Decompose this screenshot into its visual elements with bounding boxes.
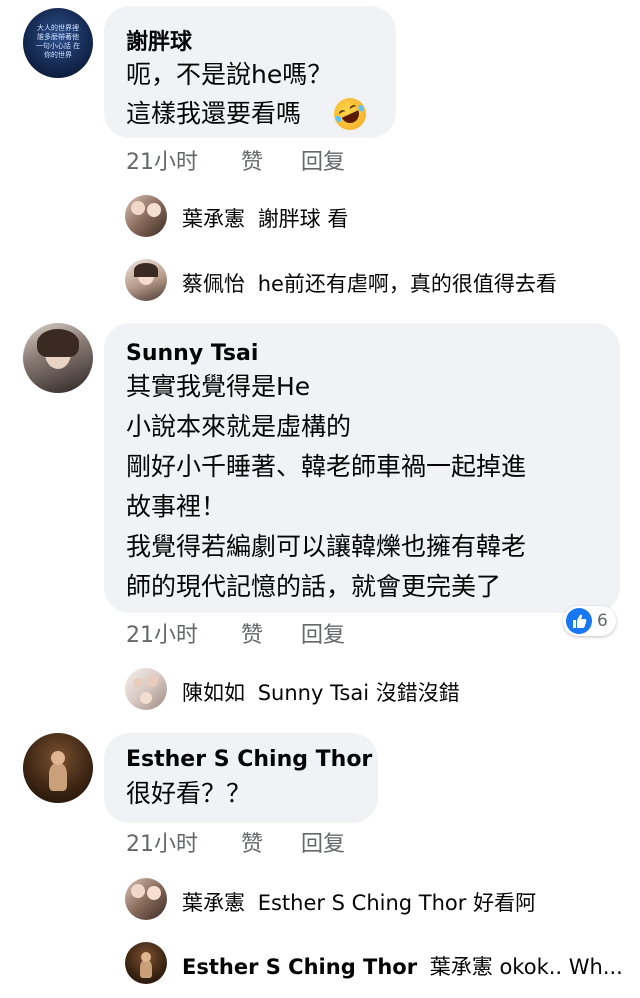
like-button[interactable]: 赞 <box>241 617 263 649</box>
comment-text-line: 其實我覺得是He <box>126 372 311 401</box>
reply-author[interactable]: 葉承憲 <box>182 891 245 915</box>
comment-author[interactable]: Esther S Ching Thor <box>126 747 372 772</box>
avatar-caption: 大人的世界裡 誰多麼帶著他 一句小心話 在你的世界 <box>35 24 81 59</box>
avatar[interactable] <box>125 668 167 710</box>
avatar[interactable] <box>23 733 93 803</box>
like-button[interactable]: 赞 <box>241 144 263 176</box>
reaction-summary[interactable]: 6 <box>563 606 616 636</box>
reply-button[interactable]: 回复 <box>301 826 345 858</box>
reply-text: Sunny Tsai 沒錯沒錯 <box>257 681 460 705</box>
comment-author[interactable]: Sunny Tsai <box>126 341 258 366</box>
reply-button[interactable]: 回复 <box>301 617 345 649</box>
comment-text-line: 故事裡！ <box>126 492 227 521</box>
reply-text: 葉承憲 okok.. Wh... <box>429 955 623 979</box>
comment-text-line: 小說本來就是虛構的 <box>126 412 352 441</box>
reply-author[interactable]: Esther S Ching Thor <box>182 955 417 979</box>
comment-time[interactable]: 21小时 <box>126 617 198 649</box>
reply-author[interactable]: 陳如如 <box>182 681 245 705</box>
reply-item: 葉承憲 Esther S Ching Thor 好看阿 <box>182 887 536 917</box>
comment-text-line: 很好看？？ <box>126 779 252 808</box>
like-button[interactable]: 赞 <box>241 826 263 858</box>
comment-bubble: Sunny Tsai 其實我覺得是He 小說本來就是虛構的 剛好小千睡著、韓老師… <box>104 323 620 613</box>
comment-meta: 21小时 赞 回复 <box>126 617 386 648</box>
comment-text-line: 這樣我還要看嗎 <box>126 99 302 128</box>
thumbs-up-icon <box>566 608 592 634</box>
avatar[interactable] <box>125 259 167 301</box>
comment-bubble: Esther S Ching Thor 很好看？？ <box>104 733 378 823</box>
reply-button[interactable]: 回复 <box>301 144 345 176</box>
reply-item: Esther S Ching Thor 葉承憲 okok.. Wh... <box>182 951 623 981</box>
avatar[interactable] <box>125 195 167 237</box>
rofl-emoji-icon <box>328 92 372 136</box>
comment-bubble: 謝胖球 呃，不是說he嗎？ 這樣我還要看嗎 <box>104 6 396 138</box>
reply-item: 蔡佩怡 he前还有虐啊，真的很值得去看 <box>182 268 557 298</box>
reply-author[interactable]: 蔡佩怡 <box>182 272 245 296</box>
reply-text: 謝胖球 看 <box>257 207 349 231</box>
reply-item: 陳如如 Sunny Tsai 沒錯沒錯 <box>182 677 460 707</box>
comment-author[interactable]: 謝胖球 <box>126 24 192 56</box>
comment-text-line: 剛好小千睡著、韓老師車禍一起掉進 <box>126 452 527 481</box>
reply-item: 葉承憲 謝胖球 看 <box>182 203 348 233</box>
comment-text-line: 師的現代記憶的話，就會更完美了 <box>126 572 502 601</box>
reaction-count: 6 <box>597 611 608 631</box>
comment-text-line: 我覺得若編劇可以讓韓爍也擁有韓老 <box>126 532 527 561</box>
avatar[interactable]: 大人的世界裡 誰多麼帶著他 一句小心話 在你的世界 <box>23 8 93 78</box>
comment-text-line: 呃，不是說he嗎？ <box>126 60 333 89</box>
comment-time[interactable]: 21小时 <box>126 144 198 176</box>
comment-meta: 21小时 赞 回复 <box>126 144 386 175</box>
comment-time[interactable]: 21小时 <box>126 826 198 858</box>
avatar[interactable] <box>125 878 167 920</box>
reply-author[interactable]: 葉承憲 <box>182 207 245 231</box>
reply-text: he前还有虐啊，真的很值得去看 <box>257 272 557 296</box>
reply-text: Esther S Ching Thor 好看阿 <box>257 891 537 915</box>
comment-meta: 21小时 赞 回复 <box>126 826 386 857</box>
avatar[interactable] <box>23 323 93 393</box>
avatar[interactable] <box>125 942 167 984</box>
